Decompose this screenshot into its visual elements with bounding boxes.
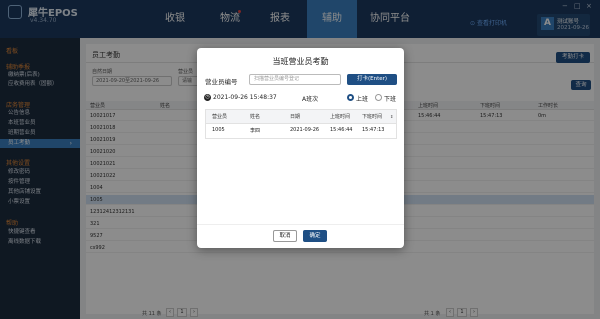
modal-row-end: 15:47:13 — [362, 127, 385, 133]
clock-icon: ◷ — [204, 94, 211, 101]
staff-id-placeholder: 扫描营业员编号登记 — [254, 76, 300, 82]
modal-title: 当班营业员考勤 — [272, 57, 329, 66]
staff-id-input[interactable]: 扫描营业员编号登记 — [249, 74, 341, 85]
staff-id-label: 营业员编号 — [205, 78, 238, 86]
radio-clock-out-label: 下班 — [384, 96, 397, 103]
modal-table: 营业员 姓名 日期 上班时间 下班时间 ⇕ 1005 李四 2021-09-26… — [205, 109, 397, 139]
modal-row-start: 15:46:44 — [330, 127, 353, 133]
radio-clock-in[interactable] — [347, 94, 354, 101]
sort-icon[interactable]: ⇕ — [390, 110, 393, 124]
modal-col-staff: 营业员 — [212, 114, 228, 120]
cancel-button[interactable]: 取消 — [273, 230, 297, 242]
ok-button[interactable]: 确定 — [303, 230, 327, 242]
punch-button[interactable]: 打卡(Enter) — [347, 74, 397, 85]
attendance-modal: 当班营业员考勤 营业员编号 扫描营业员编号登记 打卡(Enter) ◷ 2021… — [197, 48, 404, 248]
modal-row-date: 2021-09-26 — [290, 127, 320, 133]
modal-table-header: 营业员 姓名 日期 上班时间 下班时间 ⇕ — [206, 110, 396, 124]
radio-clock-out[interactable] — [375, 94, 382, 101]
radio-clock-in-label: 上班 — [356, 96, 369, 103]
current-datetime: 2021-09-26 15:48:37 — [213, 94, 277, 101]
modal-row-name: 李四 — [250, 128, 261, 134]
app-window: 犀牛EPOS v4.34.70 收银 物流 报表 辅助 协同平台 ⊙ 查看打印机… — [0, 0, 600, 319]
modal-row-id: 1005 — [212, 127, 225, 133]
modal-col-name: 姓名 — [250, 114, 261, 120]
modal-col-date: 日期 — [290, 114, 301, 120]
modal-footer-divider — [197, 224, 404, 225]
shift-label: A班次 — [302, 96, 319, 103]
modal-col-end[interactable]: 下班时间 — [362, 110, 382, 124]
modal-col-start[interactable]: 上班时间 — [330, 110, 350, 124]
